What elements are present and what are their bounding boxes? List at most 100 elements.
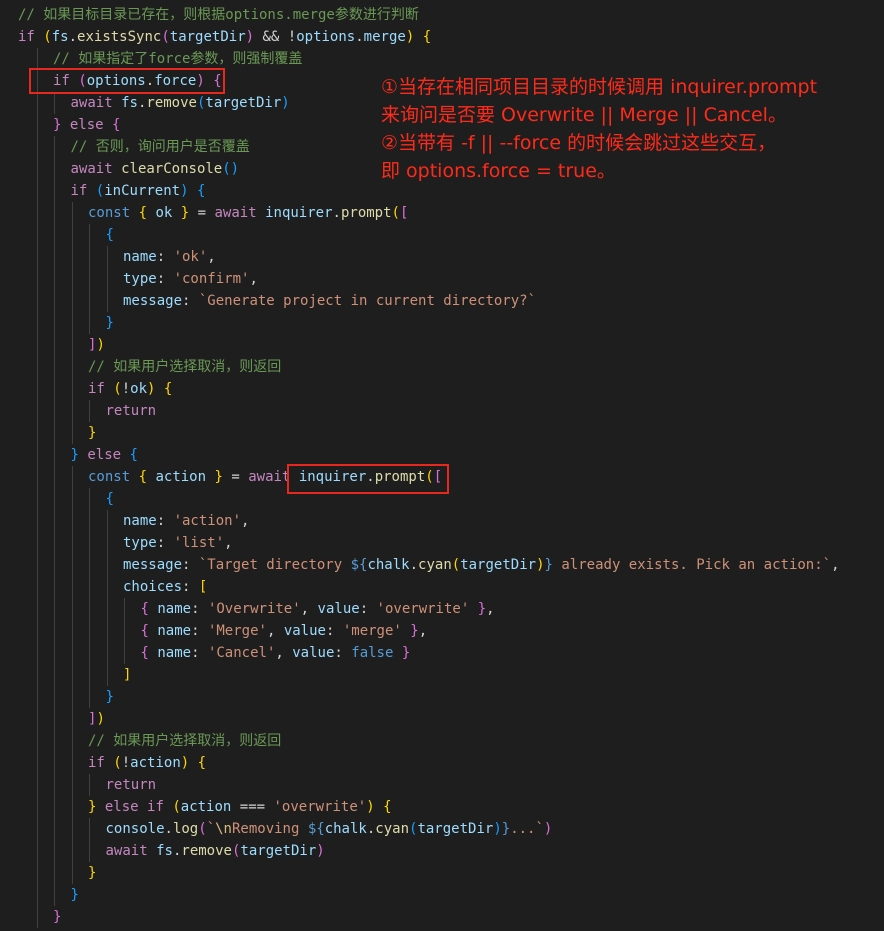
code-token: await xyxy=(70,95,113,111)
code-token: : xyxy=(325,623,343,639)
code-line[interactable]: name: 'ok', xyxy=(123,246,216,268)
code-line[interactable]: message: `Generate project in current di… xyxy=(123,290,536,312)
code-token: { xyxy=(105,491,114,507)
code-token: if xyxy=(18,29,35,45)
code-token: } xyxy=(105,689,114,705)
code-token: targetDir xyxy=(240,843,317,859)
code-token: , xyxy=(418,623,428,639)
code-line[interactable]: await fs.remove(targetDir) xyxy=(106,840,325,862)
code-token: { xyxy=(197,755,207,771)
code-token: { xyxy=(140,645,149,661)
code-line[interactable]: } else if (action === 'overwrite') { xyxy=(88,796,392,818)
indent-guide xyxy=(106,510,108,686)
code-line[interactable]: return xyxy=(106,774,157,796)
code-line[interactable]: } xyxy=(88,422,96,444)
code-token: : xyxy=(156,513,174,529)
code-token: , xyxy=(300,601,318,617)
indent-guide xyxy=(54,92,55,114)
code-token: action xyxy=(130,755,181,771)
code-line[interactable]: { name: 'Cancel', value: false } xyxy=(141,642,411,664)
code-token: . xyxy=(355,29,364,45)
code-token: merge xyxy=(363,29,406,45)
code-line[interactable]: await fs.remove(targetDir) xyxy=(71,92,290,114)
code-token: : xyxy=(156,249,174,265)
code-token: 'overwrite' xyxy=(376,601,470,617)
code-token: return xyxy=(105,777,157,793)
code-line[interactable]: ]) xyxy=(88,334,105,356)
code-token: } xyxy=(88,865,97,881)
code-line[interactable]: type: 'list', xyxy=(123,532,233,554)
code-token: , xyxy=(224,535,233,551)
code-line[interactable]: } xyxy=(106,686,114,708)
code-line[interactable]: await clearConsole() xyxy=(71,158,240,180)
code-token: if xyxy=(147,799,164,815)
code-token: } xyxy=(410,623,419,639)
code-token: , xyxy=(241,513,250,529)
code-line[interactable]: console.log(`\nRemoving ${chalk.cyan(tar… xyxy=(106,818,553,840)
code-line[interactable]: type: 'confirm', xyxy=(123,268,258,290)
code-token: ) xyxy=(180,183,189,199)
code-token: : xyxy=(191,645,208,661)
code-line[interactable]: if (!action) { xyxy=(88,752,206,774)
code-line[interactable]: // 如果目标目录已存在，则根据options.merge参数进行判断 xyxy=(18,4,419,26)
code-token: inCurrent xyxy=(104,183,181,199)
code-token: log xyxy=(172,821,199,837)
code-token: const xyxy=(88,205,131,221)
code-line[interactable]: } xyxy=(53,906,61,928)
code-line[interactable]: // 如果用户选择取消，则返回 xyxy=(88,730,281,752)
code-line[interactable]: } xyxy=(88,862,96,884)
code-token: } xyxy=(70,447,79,463)
code-line[interactable]: name: 'action', xyxy=(123,510,249,532)
code-line[interactable]: message: `Target directory ${chalk.cyan(… xyxy=(123,554,840,576)
code-token: { xyxy=(140,623,149,639)
code-line[interactable]: choices: [ xyxy=(123,576,207,598)
code-line[interactable]: } xyxy=(71,884,79,906)
code-token: ` xyxy=(206,821,216,837)
code-token: ( xyxy=(43,29,52,45)
code-line[interactable]: } else { xyxy=(71,444,138,466)
indent-guide xyxy=(71,466,73,884)
code-line[interactable]: { xyxy=(106,488,114,510)
code-line[interactable]: const { ok } = await inquirer.prompt([ xyxy=(88,202,408,224)
indent-guide xyxy=(106,246,108,312)
code-token: const xyxy=(88,469,131,485)
code-line[interactable]: // 如果用户选择取消，则返回 xyxy=(88,356,281,378)
code-line[interactable]: if (inCurrent) { xyxy=(71,180,206,202)
code-line[interactable]: return xyxy=(106,400,157,422)
code-token: // 如果指定了force参数，则强制覆盖 xyxy=(53,51,303,67)
code-line[interactable]: { name: 'Merge', value: 'merge' }, xyxy=(141,620,428,642)
code-token: = xyxy=(189,205,215,221)
inquirer-prompt-highlight-box xyxy=(287,464,449,494)
code-line[interactable]: if (fs.existsSync(targetDir) && !options… xyxy=(18,26,431,48)
code-line[interactable]: if (!ok) { xyxy=(88,378,172,400)
code-line[interactable]: // 否则，询问用户是否覆盖 xyxy=(71,136,250,158)
code-line[interactable]: // 如果指定了force参数，则强制覆盖 xyxy=(53,48,302,70)
code-token: ) xyxy=(316,843,325,859)
indent-guide xyxy=(89,818,90,862)
annotation-line-3: ②当带有 -f || --force 的时候会跳过这些交互， xyxy=(381,132,777,154)
code-line[interactable]: ] xyxy=(123,664,131,686)
code-token: value xyxy=(317,601,360,617)
code-token: === xyxy=(231,799,274,815)
indent-guide xyxy=(71,202,73,444)
code-token: prompt xyxy=(340,205,392,221)
code-token: ) xyxy=(405,29,415,45)
code-token: 'ok' xyxy=(173,249,208,265)
code-line[interactable]: { xyxy=(106,224,114,246)
code-token: already exists. Pick an action:` xyxy=(552,557,832,573)
code-line[interactable]: } xyxy=(106,312,114,334)
code-token: chalk xyxy=(324,821,367,837)
code-token: ) xyxy=(281,95,290,111)
code-line[interactable]: ]) xyxy=(88,708,105,730)
code-token: . xyxy=(68,29,78,45)
code-line[interactable]: } else { xyxy=(53,114,120,136)
code-token: ${ xyxy=(350,557,368,573)
indent-guide xyxy=(89,774,90,796)
code-line[interactable]: { name: 'Overwrite', value: 'overwrite' … xyxy=(141,598,495,620)
